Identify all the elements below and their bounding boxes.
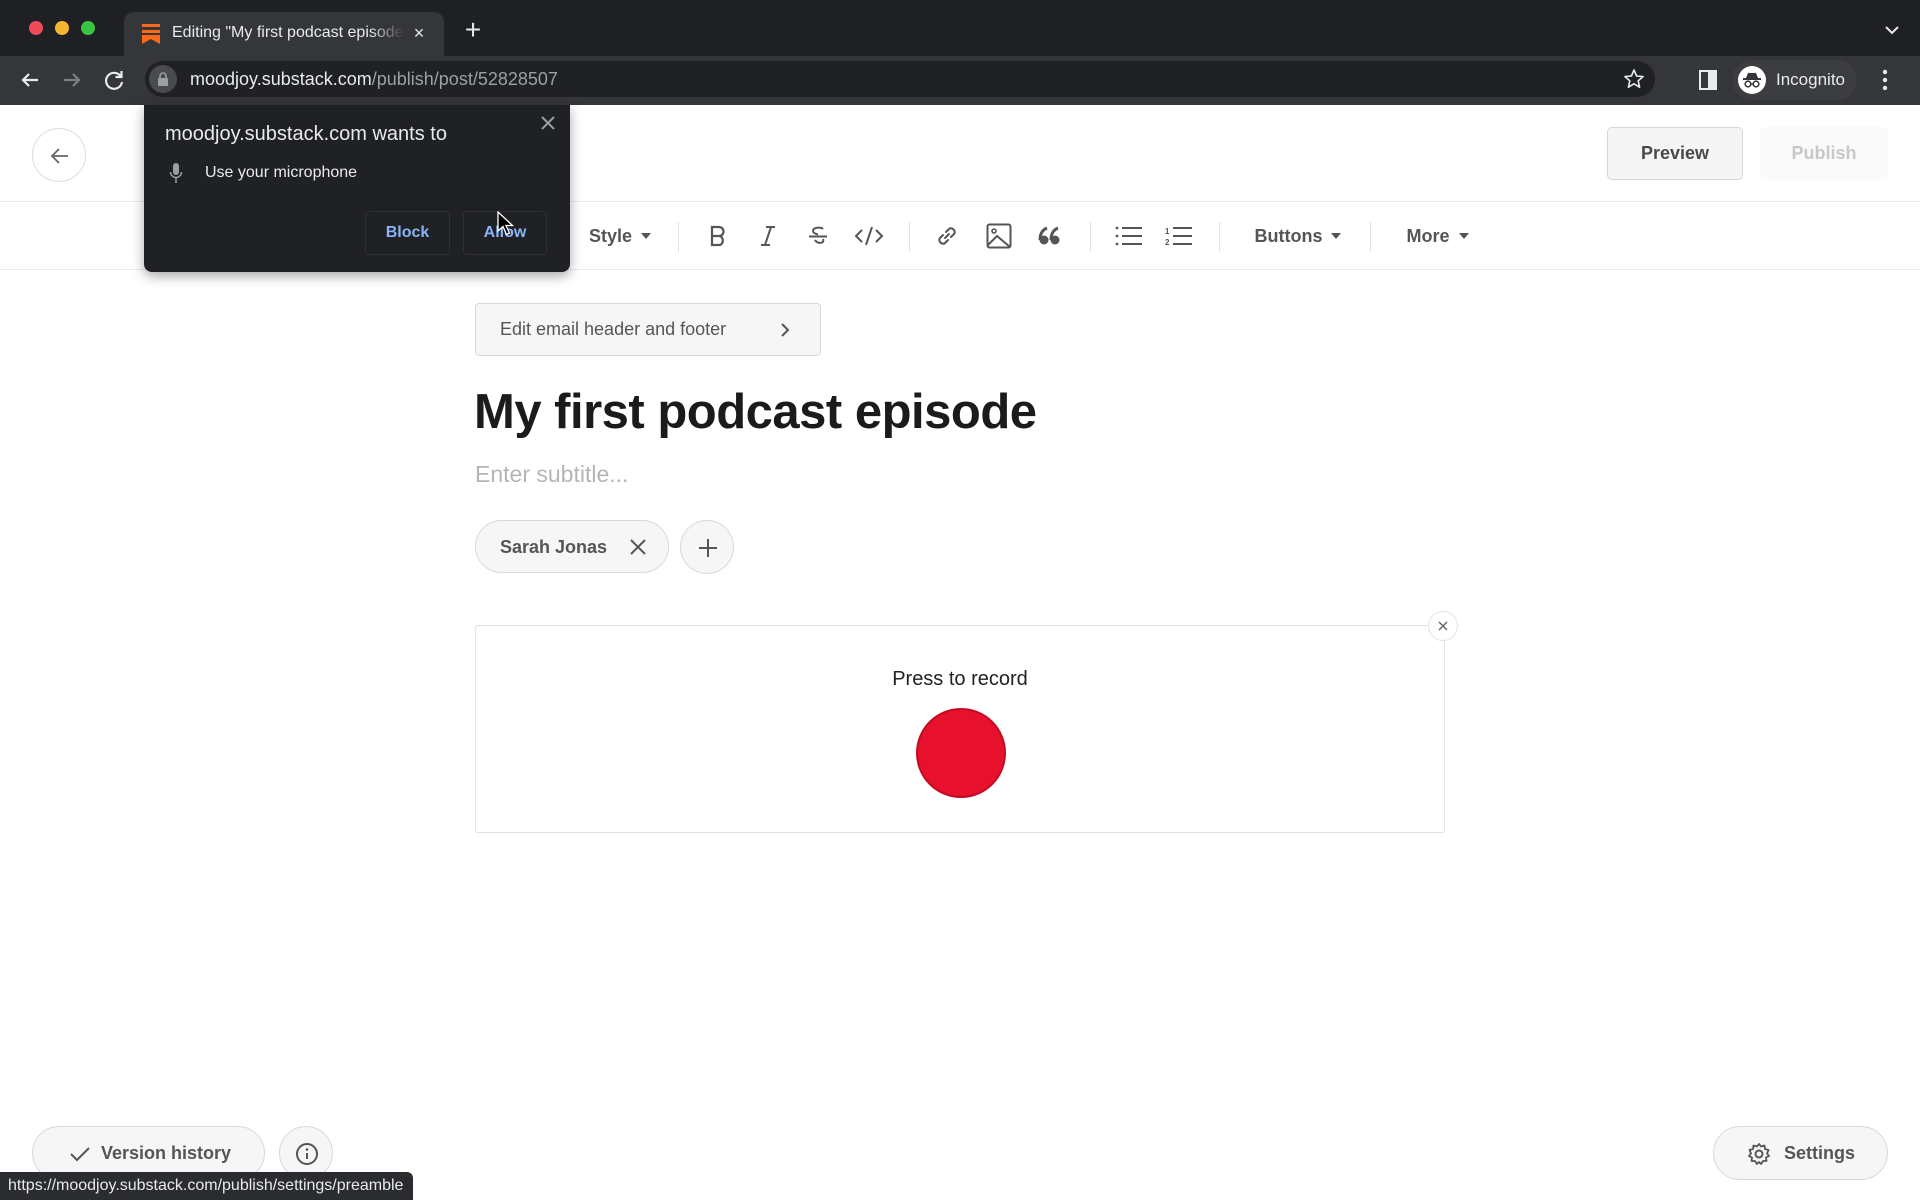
tab-close-icon[interactable]: × (408, 22, 430, 44)
url-host: moodjoy.substack.com (190, 69, 372, 89)
image-button[interactable] (983, 219, 1015, 253)
microphone-permission-popup: moodjoy.substack.com wants to Use your m… (144, 105, 570, 272)
image-icon (986, 223, 1012, 249)
buttons-dropdown[interactable]: Buttons (1248, 219, 1348, 253)
toolbar-divider (678, 222, 679, 252)
add-author-button[interactable] (680, 520, 734, 574)
permission-description: Use your microphone (205, 164, 358, 181)
browser-titlebar: Editing "My first podcast episode" × + (0, 0, 1920, 56)
link-icon (938, 227, 956, 245)
window-maximize-button[interactable] (81, 21, 95, 35)
quote-icon (1038, 226, 1060, 245)
settings-label: Settings (1784, 1143, 1856, 1163)
record-button[interactable] (916, 708, 1006, 798)
forward-nav-button[interactable] (58, 66, 86, 94)
audio-recorder-block: Press to record (475, 625, 1445, 833)
url-path: /publish/post/52828507 (371, 69, 558, 89)
remove-author-icon[interactable] (628, 537, 648, 557)
site-info-button[interactable] (149, 65, 177, 93)
block-button[interactable]: Block (365, 211, 450, 255)
incognito-avatar (1738, 66, 1766, 94)
bold-button[interactable] (703, 219, 733, 253)
strikethrough-button[interactable] (803, 219, 833, 253)
reload-button[interactable] (100, 66, 128, 94)
author-name: Sarah Jonas (500, 537, 608, 557)
back-button[interactable] (32, 128, 86, 182)
toolbar-divider (1370, 222, 1371, 252)
preview-button[interactable]: Preview (1607, 127, 1743, 180)
microphone-icon (169, 163, 183, 183)
toolbar-divider (1090, 222, 1091, 252)
edit-email-header-footer-button[interactable]: Edit email header and footer (475, 303, 821, 356)
svg-text:1: 1 (1165, 227, 1170, 236)
bullet-list-button[interactable] (1113, 219, 1145, 253)
reload-icon (105, 71, 124, 90)
incognito-icon (1743, 73, 1761, 88)
code-button[interactable] (852, 219, 886, 253)
buttons-label: Buttons (1254, 225, 1323, 246)
tab-title: Editing "My first podcast episode" (172, 24, 404, 41)
more-dropdown[interactable]: More (1400, 219, 1475, 253)
close-icon (1438, 621, 1448, 631)
plus-icon (699, 539, 717, 557)
browser-menu-icon[interactable] (1882, 69, 1888, 91)
svg-text:2: 2 (1165, 238, 1170, 247)
settings-button[interactable]: Settings (1713, 1126, 1888, 1180)
info-icon (296, 1143, 318, 1165)
style-label: Style (588, 225, 633, 246)
post-title[interactable]: My first podcast episode (474, 384, 1037, 440)
arrow-left-icon (21, 73, 38, 87)
caret-down-icon (641, 233, 652, 239)
chevron-right-icon (781, 323, 790, 337)
quote-button[interactable] (1034, 219, 1066, 253)
version-history-label: Version history (101, 1143, 232, 1163)
author-chip[interactable]: Sarah Jonas (475, 520, 669, 573)
arrow-right-icon (64, 73, 81, 87)
bullet-list-icon (1115, 226, 1142, 246)
publish-button[interactable]: Publish (1760, 127, 1888, 180)
substack-logo-icon (142, 24, 160, 44)
more-label: More (1406, 225, 1450, 246)
new-tab-button[interactable]: + (460, 16, 486, 44)
tab-search-chevron-icon[interactable] (1882, 22, 1902, 38)
link-status-bar: https://moodjoy.substack.com/publish/set… (0, 1172, 414, 1200)
caret-down-icon (1458, 233, 1469, 239)
address-bar[interactable]: moodjoy.substack.com/publish/post/528285… (145, 61, 1655, 97)
browser-tab-active[interactable]: Editing "My first podcast episode" × (124, 12, 444, 56)
italic-icon (761, 226, 775, 246)
link-button[interactable] (931, 219, 963, 253)
strikethrough-icon (809, 226, 827, 244)
profile-label: Incognito (1776, 70, 1845, 89)
url-text: moodjoy.substack.com/publish/post/528285… (190, 69, 558, 90)
edit-email-label: Edit email header and footer (500, 319, 727, 339)
recorder-label: Press to record (892, 668, 1028, 690)
numbered-list-icon: 12 (1165, 227, 1192, 247)
window-close-button[interactable] (29, 21, 43, 35)
mouse-pointer-icon (497, 211, 515, 236)
numbered-list-button[interactable]: 12 (1163, 219, 1195, 253)
incognito-profile-button[interactable]: Incognito (1732, 60, 1857, 100)
bold-icon (710, 225, 725, 247)
caret-down-icon (1331, 233, 1342, 239)
browser-toolbar: moodjoy.substack.com/publish/post/528285… (0, 56, 1920, 105)
close-icon[interactable] (538, 113, 558, 133)
arrow-left-icon (50, 148, 68, 164)
side-panel-icon[interactable] (1699, 70, 1717, 90)
lock-icon (158, 72, 168, 86)
permission-title: moodjoy.substack.com wants to (165, 123, 447, 145)
back-nav-button[interactable] (16, 66, 44, 94)
style-dropdown[interactable]: Style (585, 219, 655, 253)
toolbar-divider (909, 222, 910, 252)
italic-button[interactable] (753, 219, 783, 253)
toolbar-divider (1219, 222, 1220, 252)
subtitle-input[interactable] (475, 461, 1375, 488)
remove-recorder-button[interactable] (1428, 611, 1458, 641)
code-icon (854, 226, 884, 246)
window-minimize-button[interactable] (55, 21, 69, 35)
gear-icon (1748, 1143, 1770, 1165)
bookmark-star-icon[interactable] (1623, 68, 1645, 90)
checkmark-icon (70, 1147, 90, 1162)
